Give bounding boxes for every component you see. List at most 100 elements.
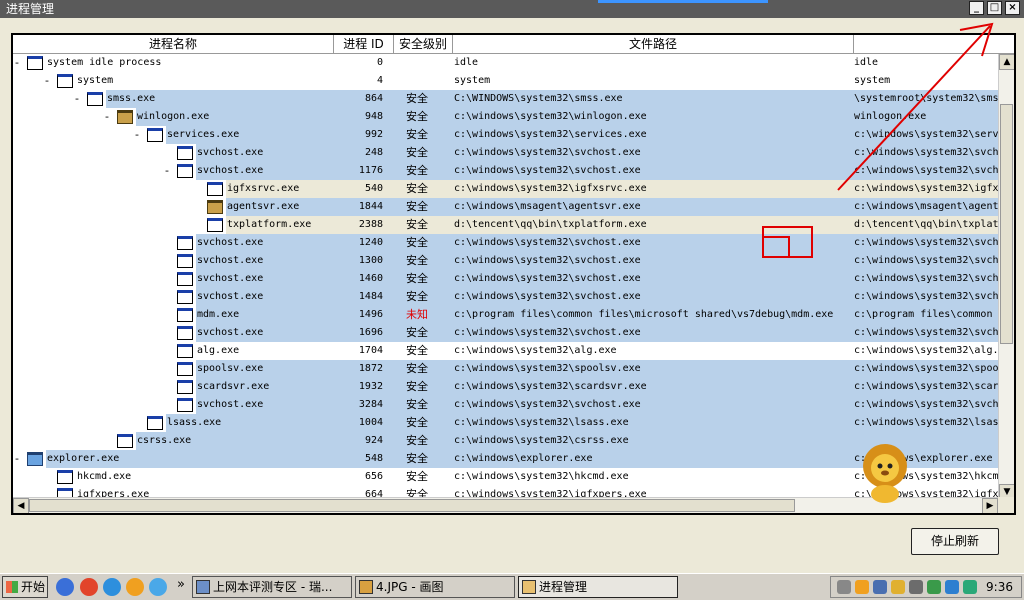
file-path: c:\windows\explorer.exe [454,453,593,464]
file-path-extra: c:\windows\system32\spoo [854,363,998,374]
window-process-icon [177,290,193,304]
close-button[interactable]: × [1005,1,1020,15]
qq-tray-icon[interactable] [855,580,869,594]
stop-refresh-button[interactable]: 停止刷新 [911,528,999,555]
globe-tray-icon[interactable] [945,580,959,594]
process-row[interactable]: lsass.exe 1004 安全 c:\windows\system32\lsass… [13,414,998,432]
window-process-icon [177,380,193,394]
process-id: 1004 [358,417,383,428]
process-row[interactable]: svchost.exe 1484 安全 c:\windows\system32\svc… [13,288,998,306]
process-id: 1176 [358,165,383,176]
process-row[interactable]: txplatform.exe 2388 安全 d:\tencent\qq\bin\tx… [13,216,998,234]
file-path: c:\windows\system32\winlogon.exe [454,111,647,122]
keyboard-tray-icon[interactable] [837,580,851,594]
quicklaunch-ie-icon[interactable] [103,578,121,596]
window-titlebar[interactable]: 进程管理 _ □ × [0,0,1024,18]
maximize-button[interactable]: □ [987,1,1002,15]
minimize-button[interactable]: _ [969,1,984,15]
process-name: svchost.exe [197,399,264,410]
quicklaunch-overflow-icon[interactable]: » [177,576,185,594]
process-name: svchost.exe [197,165,264,176]
file-path-extra: c:\windows\system32\svch [854,273,998,284]
start-button[interactable]: 开始 [2,576,48,598]
scroll-right-icon[interactable]: ▶ [982,498,998,513]
process-row[interactable]: svchost.exe 3284 安全 c:\windows\system32\svc… [13,396,998,414]
task-process-manager[interactable]: 进程管理 [518,576,678,598]
process-row[interactable]: agentsvr.exe 1844 安全 c:\windows\msagent\age… [13,198,998,216]
security-level: 安全 [406,434,428,447]
globe-process-icon [27,452,43,466]
update-tray-icon[interactable] [927,580,941,594]
tree-expander-icon[interactable]: - [105,108,109,126]
process-row[interactable]: hkcmd.exe 656 安全 c:\windows\system32\hkcmd.… [13,468,998,486]
file-path-extra: c:\program files\common [854,309,993,320]
tree-expander-icon[interactable]: - [135,126,139,144]
process-row[interactable]: svchost.exe 1300 安全 c:\windows\system32\svc… [13,252,998,270]
process-name: svchost.exe [197,273,264,284]
task-process-label: 进程管理 [539,580,588,594]
network-tray-icon[interactable] [873,580,887,594]
file-path: c:\windows\system32\igfxsrvc.exe [454,183,647,194]
security-level: 安全 [406,164,428,177]
task-paint[interactable]: 4.JPG - 画图 [355,576,515,598]
disk-tray-icon[interactable] [909,580,923,594]
quicklaunch-browser-icon[interactable] [80,578,98,596]
column-file-path[interactable]: 文件路径 [453,35,854,54]
column-security-level[interactable]: 安全级别 [394,35,453,54]
tree-expander-icon[interactable]: - [165,162,169,180]
process-row[interactable]: csrss.exe 924 安全 c:\windows\system32\csrss.… [13,432,998,450]
horizontal-scrollbar[interactable]: ◀ ▶ [13,497,998,513]
process-name: svchost.exe [197,237,264,248]
process-id: 864 [364,93,383,104]
security-level: 安全 [406,110,428,123]
process-id: 924 [364,435,383,446]
task-browser[interactable]: 上网本评测专区 - 瑞... [192,576,352,598]
tree-expander-icon[interactable]: - [15,54,19,72]
folder-tray-icon[interactable] [891,580,905,594]
process-row[interactable]: svchost.exe 1696 安全 c:\windows\system32\svc… [13,324,998,342]
scroll-left-icon[interactable]: ◀ [13,498,29,513]
window-process-icon [177,164,193,178]
security-level: 安全 [406,200,428,213]
process-row[interactable]: alg.exe 1704 安全 c:\windows\system32\alg.exe… [13,342,998,360]
tree-expander-icon[interactable]: - [75,90,79,108]
process-row[interactable]: spoolsv.exe 1872 安全 c:\windows\system32\spo… [13,360,998,378]
quicklaunch-media-icon[interactable] [56,578,74,596]
horizontal-scroll-thumb[interactable] [29,499,795,512]
security-level: 安全 [406,254,428,267]
process-name: winlogon.exe [137,111,210,122]
file-path: C:\WINDOWS\system32\smss.exe [454,93,623,104]
column-process-id[interactable]: 进程 ID [334,35,394,54]
process-row[interactable]: scardsvr.exe 1932 安全 c:\windows\system32\sc… [13,378,998,396]
process-name: hkcmd.exe [77,471,132,482]
security-level: 安全 [406,362,428,375]
window-process-icon [207,182,223,196]
process-id: 1496 [358,309,383,320]
file-path-extra: c:\windows\system32\svch [854,291,998,302]
quicklaunch-security-icon[interactable] [149,578,167,596]
process-id: 0 [376,57,383,68]
window-process-icon [177,362,193,376]
process-row[interactable]: svchost.exe 1240 安全 c:\windows\system32\svc… [13,234,998,252]
column-process-name[interactable]: 进程名称 [13,35,334,54]
security-level: 安全 [406,128,428,141]
paint-task-icon [359,580,373,594]
file-path-extra: c:\windows\system32\svch [854,327,998,338]
security-level: 安全 [406,92,428,105]
process-id: 656 [364,471,383,482]
start-label: 开始 [21,580,46,594]
process-id: 1844 [358,201,383,212]
file-path-extra: c:\windows\system32\alg. [854,345,998,356]
tree-expander-icon[interactable]: - [15,450,19,468]
process-row[interactable]: svchost.exe 1460 安全 c:\windows\system32\svc… [13,270,998,288]
process-row[interactable]: - explorer.exe 548 安全 c:\windows\explorer.ex… [13,450,998,468]
window-process-icon [207,218,223,232]
umbrella-tray-icon[interactable] [963,580,977,594]
quicklaunch-qq-icon[interactable] [126,578,144,596]
process-name: mdm.exe [197,309,240,320]
tree-expander-icon[interactable]: - [45,72,49,90]
file-path: c:\windows\system32\services.exe [454,129,647,140]
process-id: 1300 [358,255,383,266]
process-id: 1484 [358,291,383,302]
process-row[interactable]: mdm.exe 1496 未知 c:\program files\common fil… [13,306,998,324]
